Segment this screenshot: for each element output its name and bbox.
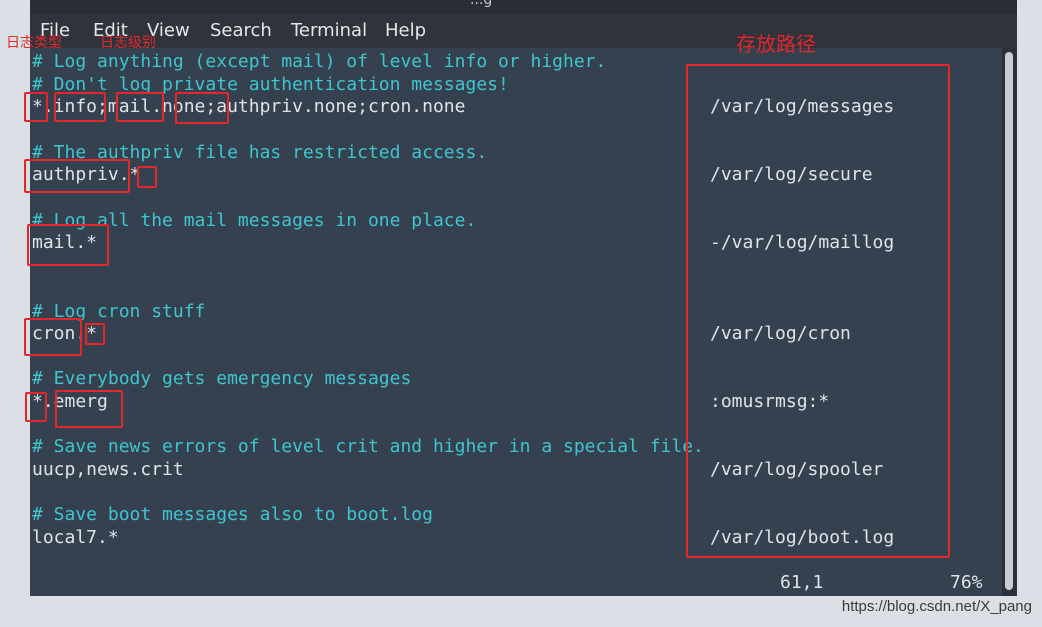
highlight-box	[116, 92, 164, 122]
highlight-box	[175, 92, 229, 124]
highlight-box	[137, 166, 157, 188]
watermark: https://blog.csdn.net/X_pang	[841, 598, 1032, 615]
menu-bar: File Edit View Search Terminal Help	[30, 14, 1017, 48]
highlight-box	[85, 323, 105, 345]
menu-terminal[interactable]: Terminal	[291, 20, 367, 41]
menu-search[interactable]: Search	[210, 20, 272, 41]
comment-line: # Everybody gets emergency messages	[32, 368, 412, 389]
highlight-box	[24, 159, 130, 193]
title-bar: ...g	[30, 0, 1017, 14]
annotation-storage-path: 存放路径	[736, 32, 816, 56]
highlight-box	[55, 390, 123, 428]
scroll-percent: 76%	[950, 572, 983, 593]
comment-line: # Save news errors of level crit and hig…	[32, 436, 704, 457]
rule-line: local7.*	[32, 527, 119, 548]
cursor-position: 61,1	[780, 572, 824, 593]
scrollbar[interactable]	[1002, 48, 1017, 596]
annotation-log-level: 日志级别	[100, 35, 156, 51]
highlight-box-paths	[686, 64, 950, 558]
annotation-log-type: 日志类型	[6, 35, 62, 51]
highlight-box	[24, 318, 82, 356]
highlight-box	[25, 392, 47, 422]
comment-line: # Save boot messages also to boot.log	[32, 504, 433, 525]
rule-line: uucp,news.crit	[32, 459, 184, 480]
scrollbar-thumb[interactable]	[1005, 52, 1013, 590]
comment-line: # Log anything (except mail) of level in…	[32, 51, 607, 72]
highlight-box	[54, 92, 106, 122]
menu-help[interactable]: Help	[385, 20, 426, 41]
highlight-box	[24, 92, 48, 122]
window-title: ...g	[470, 0, 493, 8]
highlight-box	[27, 224, 109, 266]
